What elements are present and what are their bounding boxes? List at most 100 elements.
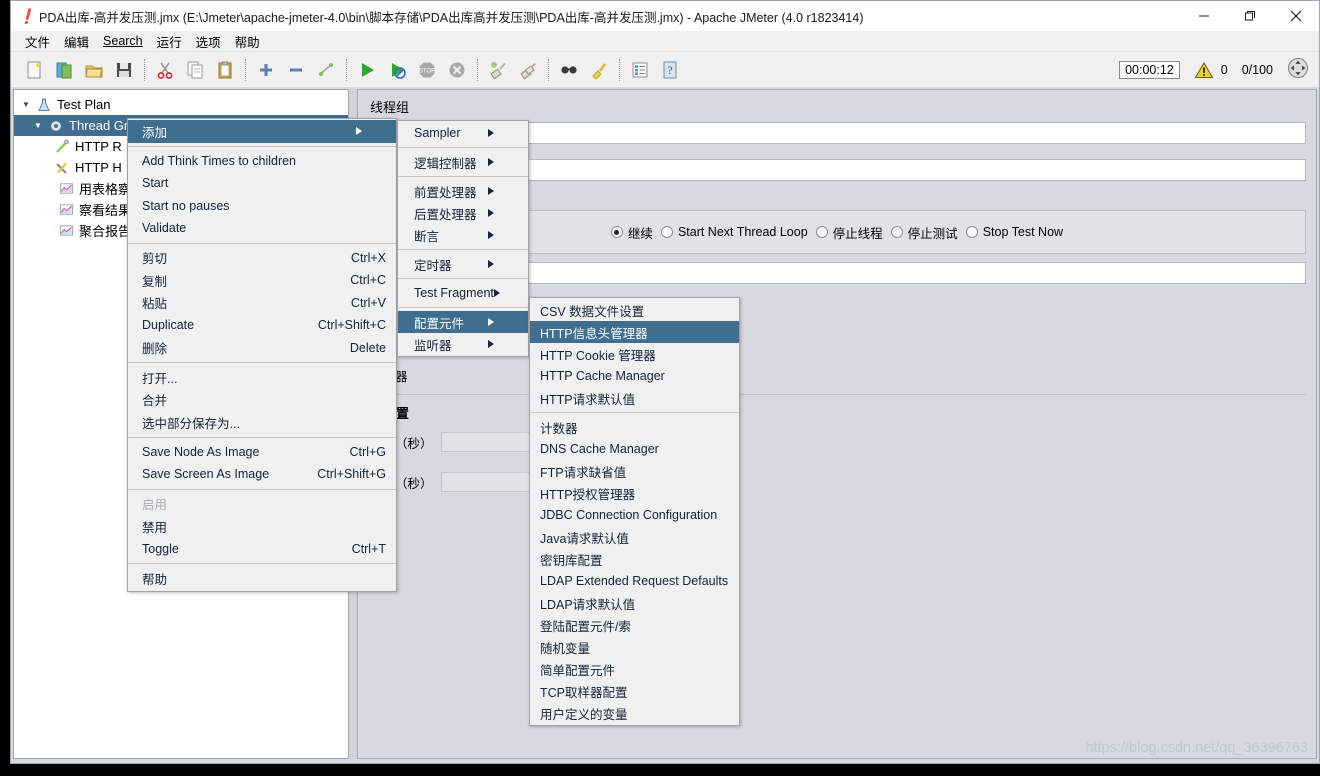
- radio-stop-test-now[interactable]: Stop Test Now: [966, 225, 1063, 239]
- start-icon[interactable]: [352, 55, 382, 85]
- context-menu-item-disable[interactable]: 禁用: [128, 515, 396, 538]
- menubar-item-file[interactable]: 文件: [25, 32, 50, 51]
- add-menu-item-post-processors[interactable]: 后置处理器: [398, 202, 528, 224]
- context-menu-item-toggle[interactable]: ToggleCtrl+T: [128, 538, 396, 561]
- new-icon[interactable]: [19, 55, 49, 85]
- add-menu-item-sampler[interactable]: Sampler: [398, 122, 528, 144]
- save-icon[interactable]: [109, 55, 139, 85]
- toggle-icon[interactable]: [311, 55, 341, 85]
- cut-icon[interactable]: [150, 55, 180, 85]
- add-menu-item-logic-controller[interactable]: 逻辑控制器: [398, 151, 528, 173]
- clear-all-icon[interactable]: [513, 55, 543, 85]
- menubar-item-options[interactable]: 选项: [196, 32, 221, 51]
- menu-item-label: 随机变量: [540, 638, 590, 657]
- paste-icon[interactable]: [210, 55, 240, 85]
- add-menu-item-test-fragment[interactable]: Test Fragment: [398, 282, 528, 304]
- menubar-item-search[interactable]: Search: [103, 34, 143, 48]
- http-header-icon: [52, 160, 72, 176]
- shutdown-icon[interactable]: [442, 55, 472, 85]
- context-menu-item-start[interactable]: Start: [128, 172, 396, 195]
- radio-continue[interactable]: 继续: [611, 223, 653, 242]
- config-menu-item-keystore-configuration[interactable]: 密钥库配置: [530, 548, 739, 570]
- config-menu-item-counter[interactable]: 计数器: [530, 416, 739, 438]
- search-icon[interactable]: [554, 55, 584, 85]
- context-menu-item-duplicate[interactable]: DuplicateCtrl+Shift+C: [128, 314, 396, 337]
- function-helper-icon[interactable]: [625, 55, 655, 85]
- add-menu-item-timer[interactable]: 定时器: [398, 253, 528, 275]
- help-icon[interactable]: ?: [655, 55, 685, 85]
- add-menu-item-pre-processors[interactable]: 前置处理器: [398, 180, 528, 202]
- add-menu-item-assertions[interactable]: 断言: [398, 224, 528, 246]
- minimize-icon[interactable]: [1181, 1, 1227, 31]
- config-element-submenu[interactable]: CSV 数据文件设置 HTTP信息头管理器 HTTP Cookie 管理器 HT…: [529, 297, 740, 726]
- config-menu-item-java-request-defaults[interactable]: Java请求默认值: [530, 526, 739, 548]
- remote-status-icon[interactable]: [1287, 57, 1309, 84]
- tree-context-menu[interactable]: 添加 Add Think Times to children Start Sta…: [127, 118, 397, 592]
- config-menu-item-jdbc-connection-configuration[interactable]: JDBC Connection Configuration: [530, 504, 739, 526]
- context-menu-item-save-screen-as-image[interactable]: Save Screen As ImageCtrl+Shift+G: [128, 463, 396, 486]
- menubar-item-edit[interactable]: 编辑: [64, 32, 89, 51]
- menubar-item-run[interactable]: 运行: [157, 32, 182, 51]
- context-menu-item-merge[interactable]: 合并: [128, 389, 396, 412]
- stop-icon[interactable]: STOP: [412, 55, 442, 85]
- context-menu-item-open[interactable]: 打开...: [128, 366, 396, 389]
- add-menu-item-config-element[interactable]: 配置元件: [398, 311, 528, 333]
- radio-start-next-thread-loop[interactable]: Start Next Thread Loop: [661, 225, 808, 239]
- open-icon[interactable]: [79, 55, 109, 85]
- chevron-down-icon[interactable]: ▼: [18, 100, 34, 109]
- context-menu-item-cut[interactable]: 剪切Ctrl+X: [128, 247, 396, 270]
- config-menu-item-ftp-request-defaults[interactable]: FTP请求缺省值: [530, 460, 739, 482]
- clear-icon[interactable]: [483, 55, 513, 85]
- collapse-all-icon[interactable]: [281, 55, 311, 85]
- chevron-right-icon: [488, 260, 518, 268]
- radio-stop-thread[interactable]: 停止线程: [816, 223, 883, 242]
- expand-all-icon[interactable]: [251, 55, 281, 85]
- context-menu-item-paste[interactable]: 粘贴Ctrl+V: [128, 292, 396, 315]
- config-menu-item-login-config-element[interactable]: 登陆配置元件/索: [530, 614, 739, 636]
- divider: [368, 394, 1306, 395]
- config-menu-item-tcp-sampler-config[interactable]: TCP取样器配置: [530, 680, 739, 702]
- close-icon[interactable]: [1273, 1, 1319, 31]
- radio-stop-test[interactable]: 停止测试: [891, 223, 958, 242]
- scheduler-row[interactable]: 调度器: [358, 362, 1316, 388]
- test-plan-icon: [34, 97, 54, 113]
- reset-search-icon[interactable]: [584, 55, 614, 85]
- context-menu-item-start-no-pauses[interactable]: Start no pauses: [128, 195, 396, 218]
- config-menu-item-ldap-extended-request-defaults[interactable]: LDAP Extended Request Defaults: [530, 570, 739, 592]
- start-no-pauses-icon[interactable]: [382, 55, 412, 85]
- menubar-item-help[interactable]: 帮助: [235, 32, 260, 51]
- maximize-icon[interactable]: [1227, 1, 1273, 31]
- templates-icon[interactable]: [49, 55, 79, 85]
- warning-indicator[interactable]: 0: [1194, 61, 1228, 79]
- context-menu-item-help[interactable]: 帮助: [128, 567, 396, 590]
- copy-icon[interactable]: [180, 55, 210, 85]
- config-menu-item-csv-data-set[interactable]: CSV 数据文件设置: [530, 299, 739, 321]
- chevron-down-icon[interactable]: ▼: [30, 121, 46, 130]
- menu-item-label: Duplicate: [142, 318, 194, 332]
- config-menu-item-ldap-request-defaults[interactable]: LDAP请求默认值: [530, 592, 739, 614]
- config-menu-item-http-cookie-manager[interactable]: HTTP Cookie 管理器: [530, 343, 739, 365]
- config-menu-item-http-authorization-manager[interactable]: HTTP授权管理器: [530, 482, 739, 504]
- chevron-right-icon: [488, 158, 518, 166]
- add-submenu[interactable]: Sampler 逻辑控制器 前置处理器 后置处理器 断言 定时器 Test Fr…: [397, 120, 529, 357]
- context-menu-item-save-selection-as[interactable]: 选中部分保存为...: [128, 411, 396, 434]
- config-menu-item-random-variable[interactable]: 随机变量: [530, 636, 739, 658]
- context-menu-item-validate[interactable]: Validate: [128, 217, 396, 240]
- context-menu-item-add-think-times[interactable]: Add Think Times to children: [128, 150, 396, 173]
- warning-count: 0: [1221, 63, 1228, 77]
- radio-label: 继续: [628, 223, 653, 242]
- config-menu-item-dns-cache-manager[interactable]: DNS Cache Manager: [530, 438, 739, 460]
- context-menu-item-add[interactable]: 添加: [128, 120, 396, 143]
- toolbar-separator: [144, 59, 145, 81]
- config-menu-item-http-cache-manager[interactable]: HTTP Cache Manager: [530, 365, 739, 387]
- tree-node-test-plan[interactable]: ▼ Test Plan: [14, 94, 348, 115]
- config-menu-item-http-header-manager[interactable]: HTTP信息头管理器: [530, 321, 739, 343]
- add-menu-item-listener[interactable]: 监听器: [398, 333, 528, 355]
- context-menu-item-save-node-as-image[interactable]: Save Node As ImageCtrl+G: [128, 441, 396, 464]
- config-menu-item-user-defined-variables[interactable]: 用户定义的变量: [530, 702, 739, 724]
- menu-separator: [128, 146, 396, 147]
- context-menu-item-copy[interactable]: 复制Ctrl+C: [128, 269, 396, 292]
- config-menu-item-simple-config-element[interactable]: 简单配置元件: [530, 658, 739, 680]
- context-menu-item-delete[interactable]: 删除Delete: [128, 337, 396, 360]
- config-menu-item-http-request-defaults[interactable]: HTTP请求默认值: [530, 387, 739, 409]
